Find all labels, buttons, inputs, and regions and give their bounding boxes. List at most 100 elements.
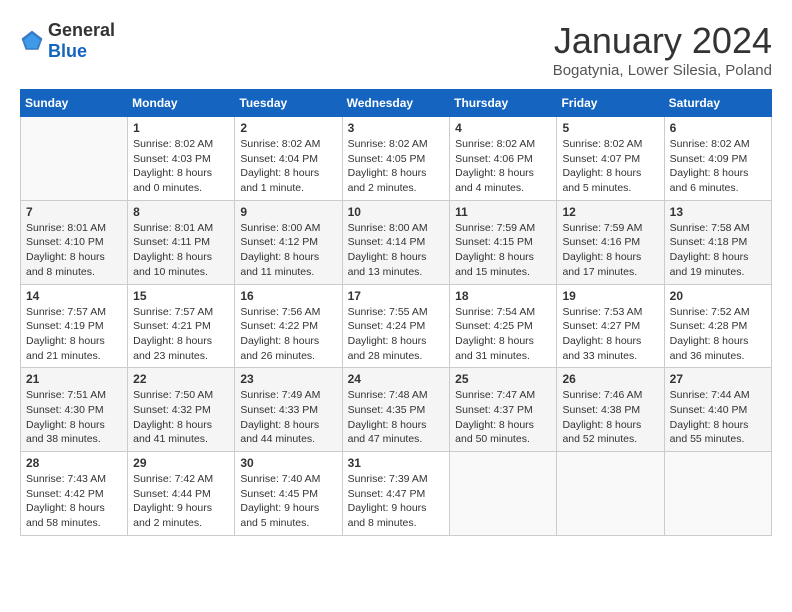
day-info: Sunrise: 8:00 AM Sunset: 4:14 PM Dayligh… [348, 221, 445, 280]
day-info: Sunrise: 7:46 AM Sunset: 4:38 PM Dayligh… [562, 388, 658, 447]
calendar-cell: 21 Sunrise: 7:51 AM Sunset: 4:30 PM Dayli… [21, 368, 128, 452]
day-info: Sunrise: 7:44 AM Sunset: 4:40 PM Dayligh… [670, 388, 766, 447]
calendar-cell: 19 Sunrise: 7:53 AM Sunset: 4:27 PM Dayli… [557, 284, 664, 368]
week-row-5: 28 Sunrise: 7:43 AM Sunset: 4:42 PM Dayli… [21, 452, 772, 536]
calendar-cell: 18Sunrise: 7:54 AM Sunset: 4:25 PM Dayli… [450, 284, 557, 368]
header-thursday: Thursday [450, 90, 557, 117]
day-info: Sunrise: 8:01 AM Sunset: 4:10 PM Dayligh… [26, 221, 122, 280]
day-number: 25 [455, 372, 551, 386]
day-number: 9 [240, 205, 336, 219]
week-row-3: 14 Sunrise: 7:57 AM Sunset: 4:19 PM Dayli… [21, 284, 772, 368]
day-number: 26 [562, 372, 658, 386]
header-saturday: Saturday [664, 90, 771, 117]
day-number: 21 [26, 372, 122, 386]
day-number: 1 [133, 121, 229, 135]
day-number: 4 [455, 121, 551, 135]
day-info: Sunrise: 7:57 AM Sunset: 4:19 PM Dayligh… [26, 305, 122, 364]
header-sunday: Sunday [21, 90, 128, 117]
calendar-cell: 13 Sunrise: 7:58 AM Sunset: 4:18 PM Dayli… [664, 200, 771, 284]
day-info: Sunrise: 7:53 AM Sunset: 4:27 PM Dayligh… [562, 305, 658, 364]
calendar-cell: 6 Sunrise: 8:02 AM Sunset: 4:09 PM Daylig… [664, 117, 771, 201]
calendar-cell [21, 117, 128, 201]
calendar-cell: 27 Sunrise: 7:44 AM Sunset: 4:40 PM Dayli… [664, 368, 771, 452]
calendar-cell [450, 452, 557, 536]
calendar-cell: 31 Sunrise: 7:39 AM Sunset: 4:47 PM Dayli… [342, 452, 450, 536]
day-number: 30 [240, 456, 336, 470]
day-number: 7 [26, 205, 122, 219]
calendar-cell: 26 Sunrise: 7:46 AM Sunset: 4:38 PM Dayli… [557, 368, 664, 452]
logo-icon [20, 29, 44, 53]
day-number: 14 [26, 289, 122, 303]
calendar-cell [664, 452, 771, 536]
day-info: Sunrise: 7:43 AM Sunset: 4:42 PM Dayligh… [26, 472, 122, 531]
day-number: 5 [562, 121, 658, 135]
title-block: January 2024 Bogatynia, Lower Silesia, P… [553, 20, 772, 79]
day-info: Sunrise: 7:51 AM Sunset: 4:30 PM Dayligh… [26, 388, 122, 447]
week-row-1: 1 Sunrise: 8:02 AM Sunset: 4:03 PM Daylig… [21, 117, 772, 201]
day-info: Sunrise: 8:02 AM Sunset: 4:05 PM Dayligh… [348, 137, 445, 196]
day-number: 10 [348, 205, 445, 219]
day-number: 8 [133, 205, 229, 219]
day-number: 20 [670, 289, 766, 303]
day-number: 13 [670, 205, 766, 219]
header-friday: Friday [557, 90, 664, 117]
week-row-2: 7 Sunrise: 8:01 AM Sunset: 4:10 PM Daylig… [21, 200, 772, 284]
day-number: 29 [133, 456, 229, 470]
calendar-cell: 23 Sunrise: 7:49 AM Sunset: 4:33 PM Dayli… [235, 368, 342, 452]
day-info: Sunrise: 7:56 AM Sunset: 4:22 PM Dayligh… [240, 305, 336, 364]
calendar-cell: 3Sunrise: 8:02 AM Sunset: 4:05 PM Daylig… [342, 117, 450, 201]
day-number: 12 [562, 205, 658, 219]
day-number: 11 [455, 205, 551, 219]
day-info: Sunrise: 7:49 AM Sunset: 4:33 PM Dayligh… [240, 388, 336, 447]
header-wednesday: Wednesday [342, 90, 450, 117]
logo-blue: Blue [48, 41, 115, 62]
month-title: January 2024 [553, 20, 772, 62]
day-info: Sunrise: 7:50 AM Sunset: 4:32 PM Dayligh… [133, 388, 229, 447]
header-monday: Monday [128, 90, 235, 117]
calendar-cell [557, 452, 664, 536]
calendar-cell: 10 Sunrise: 8:00 AM Sunset: 4:14 PM Dayli… [342, 200, 450, 284]
day-info: Sunrise: 8:02 AM Sunset: 4:06 PM Dayligh… [455, 137, 551, 196]
day-info: Sunrise: 7:52 AM Sunset: 4:28 PM Dayligh… [670, 305, 766, 364]
page-header: General Blue January 2024 Bogatynia, Low… [20, 20, 772, 79]
day-info: Sunrise: 8:02 AM Sunset: 4:03 PM Dayligh… [133, 137, 229, 196]
day-info: Sunrise: 7:42 AM Sunset: 4:44 PM Dayligh… [133, 472, 229, 531]
day-info: Sunrise: 7:59 AM Sunset: 4:15 PM Dayligh… [455, 221, 551, 280]
day-number: 19 [562, 289, 658, 303]
day-info: Sunrise: 8:02 AM Sunset: 4:09 PM Dayligh… [670, 137, 766, 196]
day-number: 31 [348, 456, 445, 470]
day-info: Sunrise: 7:57 AM Sunset: 4:21 PM Dayligh… [133, 305, 229, 364]
calendar-cell: 20 Sunrise: 7:52 AM Sunset: 4:28 PM Dayli… [664, 284, 771, 368]
calendar-table: SundayMondayTuesdayWednesdayThursdayFrid… [20, 89, 772, 536]
day-number: 28 [26, 456, 122, 470]
day-info: Sunrise: 7:39 AM Sunset: 4:47 PM Dayligh… [348, 472, 445, 531]
calendar-cell: 4 Sunrise: 8:02 AM Sunset: 4:06 PM Daylig… [450, 117, 557, 201]
day-number: 17 [348, 289, 445, 303]
day-number: 27 [670, 372, 766, 386]
day-number: 23 [240, 372, 336, 386]
day-info: Sunrise: 7:47 AM Sunset: 4:37 PM Dayligh… [455, 388, 551, 447]
day-number: 18 [455, 289, 551, 303]
calendar-cell: 5 Sunrise: 8:02 AM Sunset: 4:07 PM Daylig… [557, 117, 664, 201]
day-info: Sunrise: 8:02 AM Sunset: 4:07 PM Dayligh… [562, 137, 658, 196]
calendar-cell: 25 Sunrise: 7:47 AM Sunset: 4:37 PM Dayli… [450, 368, 557, 452]
calendar-cell: 24Sunrise: 7:48 AM Sunset: 4:35 PM Dayli… [342, 368, 450, 452]
calendar-cell: 11 Sunrise: 7:59 AM Sunset: 4:15 PM Dayli… [450, 200, 557, 284]
day-info: Sunrise: 7:58 AM Sunset: 4:18 PM Dayligh… [670, 221, 766, 280]
day-number: 22 [133, 372, 229, 386]
logo-general: General [48, 20, 115, 41]
day-info: Sunrise: 7:48 AM Sunset: 4:35 PM Dayligh… [348, 388, 445, 447]
calendar-cell: 22 Sunrise: 7:50 AM Sunset: 4:32 PM Dayli… [128, 368, 235, 452]
day-number: 16 [240, 289, 336, 303]
logo: General Blue [20, 20, 115, 62]
calendar-cell: 29 Sunrise: 7:42 AM Sunset: 4:44 PM Dayli… [128, 452, 235, 536]
day-info: Sunrise: 8:00 AM Sunset: 4:12 PM Dayligh… [240, 221, 336, 280]
calendar-cell: 2Sunrise: 8:02 AM Sunset: 4:04 PM Daylig… [235, 117, 342, 201]
calendar-cell: 8Sunrise: 8:01 AM Sunset: 4:11 PM Daylig… [128, 200, 235, 284]
calendar-cell: 28 Sunrise: 7:43 AM Sunset: 4:42 PM Dayli… [21, 452, 128, 536]
logo-text: General Blue [48, 20, 115, 62]
calendar-cell: 1 Sunrise: 8:02 AM Sunset: 4:03 PM Daylig… [128, 117, 235, 201]
location-subtitle: Bogatynia, Lower Silesia, Poland [553, 62, 772, 79]
calendar-cell: 14 Sunrise: 7:57 AM Sunset: 4:19 PM Dayli… [21, 284, 128, 368]
day-number: 6 [670, 121, 766, 135]
